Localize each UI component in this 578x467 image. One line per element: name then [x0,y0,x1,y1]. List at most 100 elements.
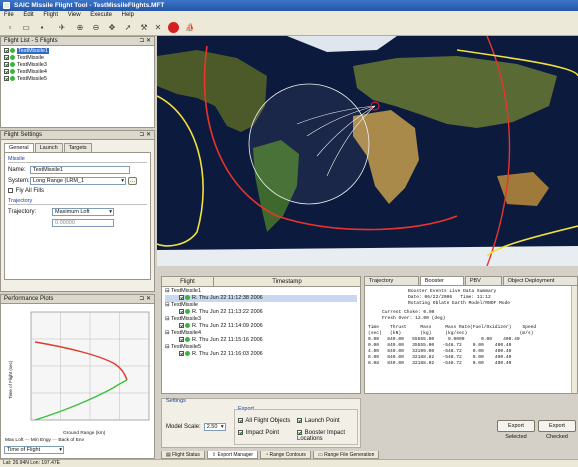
checkbox-icon[interactable] [179,351,184,357]
flight-list-item[interactable]: TestMissile3 [4,62,151,69]
trajectory-group-label: Trajectory [8,198,147,206]
tool-icon[interactable]: ⚒ [138,22,150,34]
model-scale-dropdown[interactable]: 2.50 ▾ [203,423,226,431]
flight-name: TestMissile [17,55,44,61]
flight-list-item[interactable]: TestMissile5 [4,76,151,83]
system-value: Long Range (LRM_1 [33,178,85,184]
legend-back-of-env: Back of Env [58,438,84,443]
table-row[interactable]: R. Thu Jun 22 11:15:16 2006 [165,337,357,344]
flight-icon[interactable]: ✈ [56,22,68,34]
tab-booster-events[interactable]: Booster Events [419,276,464,293]
tab-launch[interactable]: Launch [34,143,63,152]
app-icon [3,2,10,9]
delete-icon[interactable]: ✕ [152,22,164,34]
flight-name: TestMissile1 [17,48,49,54]
legend-line-icon: — [52,438,58,443]
model-scale-label: Model Scale: [166,424,201,430]
export-checked-button[interactable]: Export Checked [538,420,576,440]
name-field[interactable]: TestMissile1 [30,166,130,174]
trajectory-dropdown[interactable]: Maximum Loft ▾ [52,208,114,217]
plot-type-dropdown[interactable]: Time of Flight ▾ [4,446,64,454]
system-browse-button[interactable]: … [128,177,137,185]
tab-range-file-generation[interactable]: ▭ Range File Generation [312,451,380,459]
tree-group[interactable]: ⊟ TestMissile1 [165,288,357,295]
flight-list-header: Flight List - 5 Flights ⊐ ✕ [0,36,155,46]
checkbox-icon[interactable] [4,62,9,68]
checkbox-icon[interactable] [4,55,9,61]
flight-list-item[interactable]: TestMissile1 [4,48,151,55]
trajectory-number-field[interactable]: 0.00000 [52,219,114,228]
menu-view[interactable]: View [64,11,85,20]
export-selected-button[interactable]: Export Selected [497,420,535,440]
booster-impact-label: Booster Impact Locations [297,430,346,443]
checkbox-icon[interactable] [179,295,184,301]
impact-point-label: Impact Point [245,430,280,437]
tab-targets[interactable]: Targets [63,143,92,152]
col-flight-header[interactable]: Flight [162,277,214,286]
tab-object-deployment[interactable]: Object Deployment Summary [502,276,578,293]
zoom-out-icon[interactable]: ⊖ [90,22,102,34]
map-view[interactable] [157,36,578,266]
tab-pbv-events[interactable]: PBV Events [464,276,502,293]
open-folder-icon[interactable]: ▭ [20,22,32,34]
summary-tabs: Trajectory Summary Booster Events PBV Ev… [364,276,578,293]
new-file-icon[interactable]: ▫ [4,22,16,34]
impact-point-checkbox[interactable] [238,430,243,435]
booster-report: Booster Events Live Data Summary Date: 0… [364,285,578,394]
checkbox-icon[interactable] [179,337,184,343]
status-bar: Lat: 26.94N Lon: 197.47E [0,459,578,467]
stop-icon[interactable] [168,22,179,33]
checkbox-icon[interactable] [4,69,9,75]
toolbar: ▫ ▭ ▪ ✈ ⊕ ⊖ ✥ ➚ ⚒ ✕ ⛵ [0,20,578,36]
tree-group[interactable]: ⊟ TestMissile3 [165,316,357,323]
tab-trajectory-summary[interactable]: Trajectory Summary [364,276,419,293]
tab-flight-status[interactable]: ▤ Flight Status [161,451,205,459]
table-row[interactable]: R. Thu Jun 22 11:13:22 2006 [165,309,357,316]
system-dropdown[interactable]: Long Range (LRM_1 ▾ [30,177,126,185]
select-icon[interactable]: ➚ [122,22,134,34]
file-icon: ▭ [317,452,323,458]
report-scrollbar[interactable] [571,286,577,393]
launch-icon[interactable]: ⛵ [184,22,196,34]
tab-export-manager[interactable]: ⇪ Export Manager [206,451,259,459]
flight-list-item[interactable]: TestMissile [4,55,151,62]
legend-max-loft: Max Loft [5,438,24,443]
menu-flight[interactable]: Flight [39,11,62,20]
contour-icon: ◔ [265,452,269,458]
panel-pin-close-icon[interactable]: ⊐ ✕ [139,131,151,140]
menu-file[interactable]: File [0,11,18,20]
col-timestamp-header[interactable]: Timestamp [214,277,360,286]
range-circle [248,83,370,205]
status-dot-icon [185,323,190,329]
tree-group[interactable]: ⊟ TestMissile [165,302,357,309]
panel-pin-close-icon[interactable]: ⊐ ✕ [139,295,151,304]
tree-group[interactable]: ⊟ TestMissile5 [165,344,357,351]
all-flight-objects-checkbox[interactable] [238,418,243,423]
tree-group[interactable]: ⊟ TestMissile4 [165,330,357,337]
plot-type-value: Time of Flight [7,447,41,453]
checkbox-icon[interactable] [4,76,9,82]
fly-all-checkbox[interactable] [8,188,13,193]
pan-icon[interactable]: ✥ [106,22,118,34]
menu-edit[interactable]: Edit [19,11,37,20]
zoom-in-icon[interactable]: ⊕ [74,22,86,34]
flight-list-item[interactable]: TestMissile4 [4,69,151,76]
tab-range-contours[interactable]: ◔ Range Contours [260,451,311,459]
checkbox-icon[interactable] [179,323,184,329]
menu-execute[interactable]: Execute [86,11,116,20]
tab-general[interactable]: General [4,143,34,152]
flight-list-panel: Flight List - 5 Flights ⊐ ✕ TestMissile1… [0,36,155,128]
booster-impact-checkbox[interactable] [297,430,302,435]
table-row[interactable]: R. Thu Jun 22 11:12:38 2006 [165,295,357,302]
table-row[interactable]: R. Thu Jun 22 11:14:09 2006 [165,323,357,330]
flight-settings-title: Flight Settings [4,132,43,138]
save-icon[interactable]: ▪ [36,22,48,34]
checkbox-icon[interactable] [4,48,9,54]
table-row[interactable]: R. Thu Jun 22 11:16:03 2006 [165,351,357,358]
settings-tabs: General Launch Targets [4,143,151,152]
panel-pin-close-icon[interactable]: ⊐ ✕ [139,37,151,46]
launch-point-checkbox[interactable] [297,418,302,423]
flight-status-icon: ▤ [166,452,171,458]
checkbox-icon[interactable] [179,309,184,315]
menu-help[interactable]: Help [118,11,138,20]
